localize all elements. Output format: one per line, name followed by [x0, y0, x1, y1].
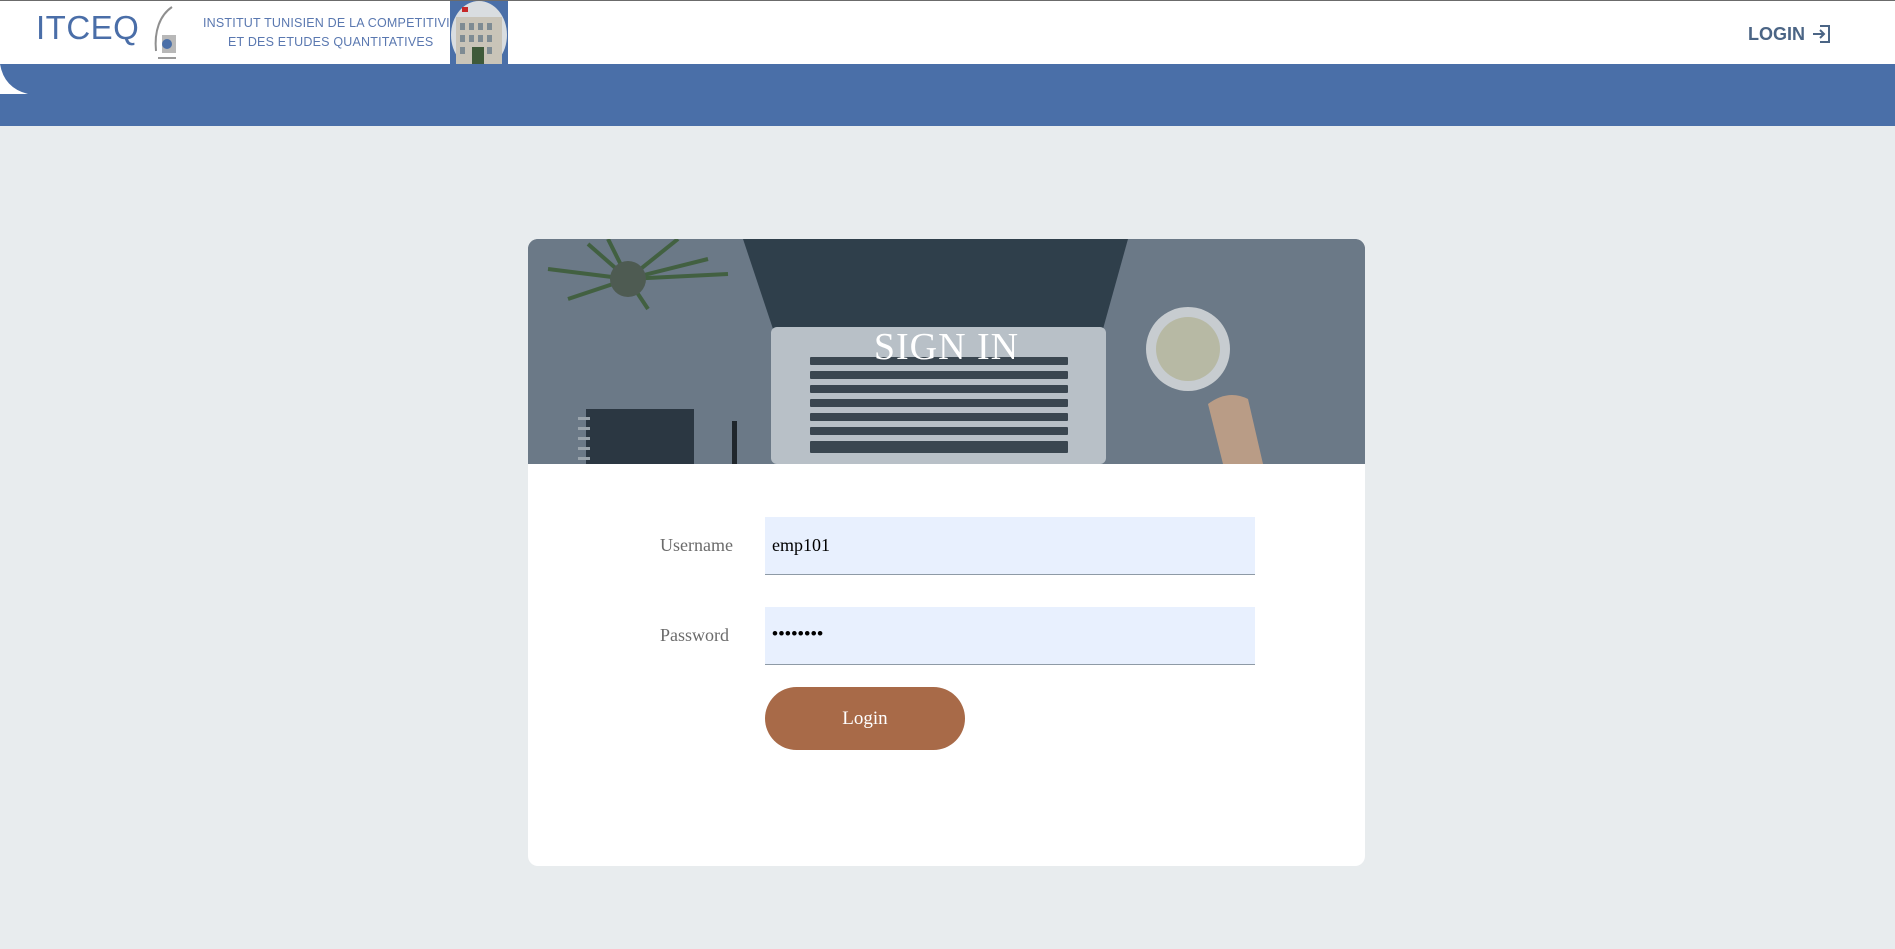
username-row: Username [528, 517, 1365, 575]
password-input[interactable] [765, 607, 1255, 665]
sign-in-title: SIGN IN [873, 326, 1020, 368]
username-label: Username [660, 535, 733, 555]
login-button[interactable]: Login [765, 687, 965, 750]
top-header: ITCEQ INSTITUT TUNISIEN DE LA COMPETITIV… [0, 0, 1895, 65]
header-login-link[interactable]: LOGIN [1748, 23, 1833, 45]
password-label: Password [660, 625, 730, 645]
username-input[interactable] [765, 517, 1255, 575]
sign-in-card: SIGN IN Username Password •••••••• Login [528, 239, 1365, 866]
institute-name-line2: ET DES ETUDES QUANTITATIVES [228, 35, 434, 49]
password-row: Password •••••••• [528, 607, 1365, 665]
decorative-curve [0, 64, 28, 94]
password-mask: •••••••• [772, 624, 824, 643]
building-photo-icon [450, 1, 508, 65]
institute-name-line1: INSTITUT TUNISIEN DE LA COMPETITIVITE [203, 16, 467, 30]
sign-in-icon [1813, 25, 1830, 43]
header-band [0, 64, 1895, 126]
hero-banner: SIGN IN [528, 239, 1365, 464]
institute-logo-icon [154, 6, 176, 59]
brand-name[interactable]: ITCEQ [36, 9, 139, 47]
header-login-label: LOGIN [1748, 23, 1805, 44]
